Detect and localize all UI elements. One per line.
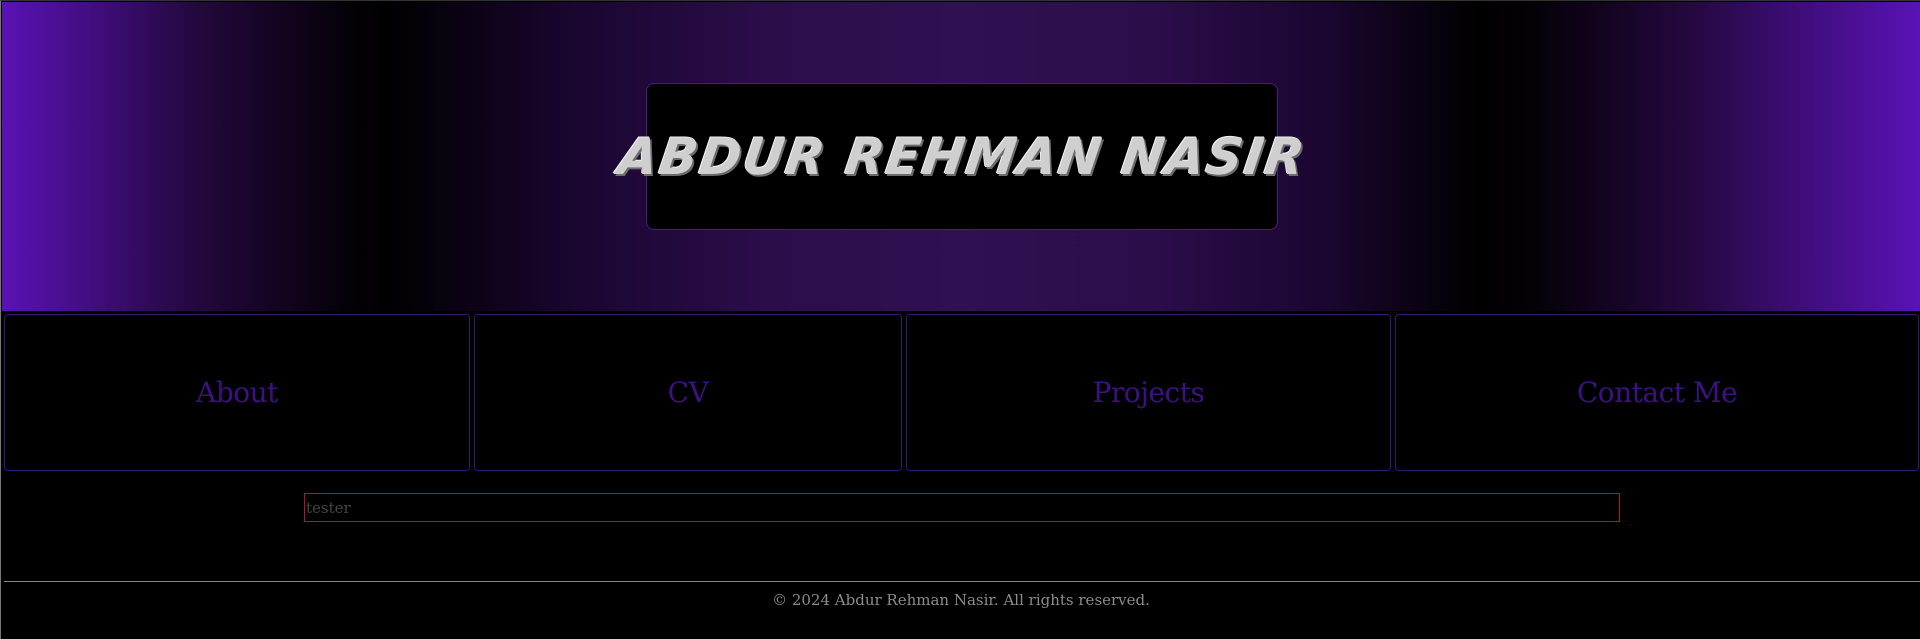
page: Abdur Rehman Nasir About CV Projects Con… bbox=[0, 0, 1920, 639]
search-field-wrapper bbox=[304, 493, 1620, 522]
nav-label-contact: Contact Me bbox=[1576, 376, 1738, 409]
search-input[interactable] bbox=[305, 494, 1619, 521]
nav-item-about[interactable]: About bbox=[4, 314, 470, 471]
brand-box: Abdur Rehman Nasir bbox=[615, 83, 1309, 230]
site-title: Abdur Rehman Nasir bbox=[614, 127, 1310, 186]
nav-label-cv: CV bbox=[667, 376, 709, 409]
nav-item-projects[interactable]: Projects bbox=[906, 314, 1391, 471]
footer-divider bbox=[4, 581, 1920, 582]
nav-label-projects: Projects bbox=[1092, 376, 1205, 409]
main-nav: About CV Projects Contact Me bbox=[4, 314, 1919, 471]
footer-copyright: © 2024 Abdur Rehman Nasir. All rights re… bbox=[772, 591, 1150, 609]
nav-item-cv[interactable]: CV bbox=[474, 314, 902, 471]
nav-label-about: About bbox=[196, 376, 278, 409]
nav-item-contact[interactable]: Contact Me bbox=[1395, 314, 1919, 471]
hero-banner: Abdur Rehman Nasir bbox=[2, 2, 1920, 311]
